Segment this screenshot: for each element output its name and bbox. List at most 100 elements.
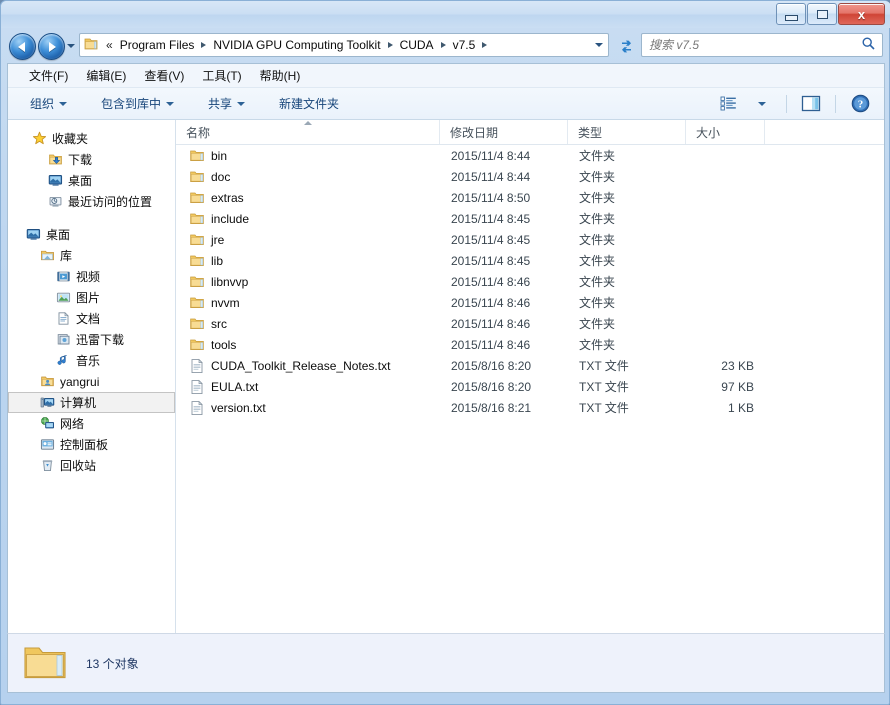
search-icon bbox=[861, 36, 876, 54]
share-button[interactable]: 共享 bbox=[198, 90, 255, 117]
breadcrumb-separator-icon[interactable] bbox=[440, 42, 446, 48]
table-row[interactable]: jre 2015/11/4 8:45 文件夹 bbox=[176, 229, 884, 250]
cell-type: 文件夹 bbox=[579, 149, 616, 163]
table-row[interactable]: CUDA_Toolkit_Release_Notes.txt 2015/8/16 … bbox=[176, 355, 884, 376]
table-row[interactable]: extras 2015/11/4 8:50 文件夹 bbox=[176, 187, 884, 208]
table-row[interactable]: include 2015/11/4 8:45 文件夹 bbox=[176, 208, 884, 229]
forward-button[interactable] bbox=[38, 33, 65, 60]
column-header-label: 大小 bbox=[696, 125, 721, 140]
sidebar-item-libraries[interactable]: 库 bbox=[8, 245, 175, 266]
column-header-date[interactable]: 修改日期 bbox=[440, 120, 568, 144]
cell-type: 文件夹 bbox=[579, 317, 616, 331]
cell-name: version.txt bbox=[177, 400, 441, 416]
sidebar-item-recent-places[interactable]: 最近访问的位置 bbox=[8, 191, 175, 212]
table-row[interactable]: version.txt 2015/8/16 8:21 TXT 文件 1 KB bbox=[176, 397, 884, 418]
cell-name: tools bbox=[177, 337, 441, 353]
close-icon: x bbox=[857, 6, 866, 22]
navigation-pane: 收藏夹 下载 桌面 最近访问的位置 桌面 库 视频 图片 文档 迅雷下载 音乐 … bbox=[8, 120, 176, 692]
body-split: 收藏夹 下载 桌面 最近访问的位置 桌面 库 视频 图片 文档 迅雷下载 音乐 … bbox=[8, 120, 884, 692]
help-button[interactable]: ? bbox=[844, 90, 876, 117]
breadcrumb-separator-icon[interactable] bbox=[201, 42, 207, 48]
sidebar-item-label: 控制面板 bbox=[60, 438, 109, 452]
menu-tools[interactable]: 工具(T) bbox=[193, 64, 250, 87]
table-row[interactable]: doc 2015/11/4 8:44 文件夹 bbox=[176, 166, 884, 187]
breadcrumb-item-program-files[interactable]: Program Files bbox=[117, 36, 198, 54]
cell-date: 2015/11/4 8:44 bbox=[451, 148, 531, 163]
sidebar-item-computer[interactable]: 计算机 bbox=[8, 392, 175, 413]
table-row[interactable]: bin 2015/11/4 8:44 文件夹 bbox=[176, 145, 884, 166]
menu-view[interactable]: 查看(V) bbox=[135, 64, 193, 87]
view-mode-dropdown-button[interactable] bbox=[746, 90, 778, 117]
table-row[interactable]: EULA.txt 2015/8/16 8:20 TXT 文件 97 KB bbox=[176, 376, 884, 397]
sidebar-item-documents[interactable]: 文档 bbox=[8, 308, 175, 329]
breadcrumb-separator-icon[interactable] bbox=[482, 42, 488, 48]
organize-button[interactable]: 组织 bbox=[20, 90, 77, 117]
sidebar-group-desktop[interactable]: 桌面 bbox=[8, 224, 175, 245]
close-button[interactable]: x bbox=[838, 3, 885, 25]
table-row[interactable]: lib 2015/11/4 8:45 文件夹 bbox=[176, 250, 884, 271]
address-dropdown-button[interactable] bbox=[590, 43, 608, 47]
history-dropdown-button[interactable] bbox=[65, 40, 76, 51]
table-row[interactable]: tools 2015/11/4 8:46 文件夹 bbox=[176, 334, 884, 355]
help-icon: ? bbox=[851, 94, 869, 113]
cell-type: TXT 文件 bbox=[579, 401, 629, 415]
breadcrumb-overflow[interactable]: « bbox=[102, 38, 117, 52]
sidebar-item-desktop-favorite[interactable]: 桌面 bbox=[8, 170, 175, 191]
sidebar-item-music[interactable]: 音乐 bbox=[8, 350, 175, 371]
table-row[interactable]: nvvm 2015/11/4 8:46 文件夹 bbox=[176, 292, 884, 313]
sidebar-item-videos[interactable]: 视频 bbox=[8, 266, 175, 287]
address-bar[interactable]: « Program Files NVIDIA GPU Computing Too… bbox=[79, 33, 609, 57]
sidebar-group-label: 桌面 bbox=[46, 228, 71, 242]
sidebar-item-yangrui[interactable]: yangrui bbox=[8, 371, 175, 392]
cell-date: 2015/11/4 8:45 bbox=[451, 232, 531, 247]
folder-icon bbox=[189, 190, 205, 206]
file-rows: bin 2015/11/4 8:44 文件夹 doc 2015/11/4 8:44 文件… bbox=[176, 145, 884, 418]
cell-size: 1 KB bbox=[727, 400, 754, 415]
menu-file[interactable]: 文件(F) bbox=[20, 64, 77, 87]
table-row[interactable]: libnvvp 2015/11/4 8:46 文件夹 bbox=[176, 271, 884, 292]
menu-edit[interactable]: 编辑(E) bbox=[77, 64, 135, 87]
breadcrumb-item-v75[interactable]: v7.5 bbox=[450, 36, 479, 54]
cell-name: lib bbox=[177, 253, 441, 269]
breadcrumb-item-cuda[interactable]: CUDA bbox=[397, 36, 437, 54]
column-header-name[interactable]: 名称 bbox=[176, 120, 440, 144]
file-name-label: src bbox=[211, 316, 227, 331]
text-file-icon bbox=[189, 358, 205, 374]
svg-text:?: ? bbox=[857, 99, 863, 111]
column-header-type[interactable]: 类型 bbox=[568, 120, 686, 144]
sidebar-item-network[interactable]: 网络 bbox=[8, 413, 175, 434]
column-header-label: 类型 bbox=[578, 125, 603, 140]
search-box[interactable] bbox=[641, 33, 883, 57]
thunder-download-icon bbox=[55, 332, 71, 348]
search-input[interactable] bbox=[642, 37, 861, 53]
sidebar-item-label: 库 bbox=[60, 249, 73, 263]
sidebar-item-recycle-bin[interactable]: 回收站 bbox=[8, 455, 175, 476]
toolbar-separator bbox=[835, 94, 836, 113]
cell-name: jre bbox=[177, 232, 441, 248]
cell-date: 2015/11/4 8:50 bbox=[451, 190, 531, 205]
column-header-size[interactable]: 大小 bbox=[686, 120, 765, 144]
back-button[interactable] bbox=[9, 33, 36, 60]
sidebar-item-pictures[interactable]: 图片 bbox=[8, 287, 175, 308]
file-name-label: bin bbox=[211, 148, 228, 163]
sidebar-item-label: 回收站 bbox=[60, 459, 97, 473]
include-in-library-button[interactable]: 包含到库中 bbox=[91, 90, 184, 117]
cell-name: nvvm bbox=[177, 295, 441, 311]
folder-icon bbox=[22, 642, 68, 685]
chevron-down-icon bbox=[59, 101, 68, 106]
new-folder-button[interactable]: 新建文件夹 bbox=[269, 90, 349, 117]
preview-pane-button[interactable] bbox=[795, 90, 827, 117]
breadcrumb-separator-icon[interactable] bbox=[387, 42, 393, 48]
table-row[interactable]: src 2015/11/4 8:46 文件夹 bbox=[176, 313, 884, 334]
sidebar-item-thunder-download[interactable]: 迅雷下载 bbox=[8, 329, 175, 350]
sidebar-group-favorites[interactable]: 收藏夹 bbox=[8, 128, 175, 149]
refresh-button[interactable] bbox=[613, 33, 639, 59]
sidebar-item-downloads[interactable]: 下载 bbox=[8, 149, 175, 170]
menu-help[interactable]: 帮助(H) bbox=[251, 64, 310, 87]
maximize-button[interactable] bbox=[807, 3, 837, 25]
breadcrumb-item-nvidia-gpu-computing-toolkit[interactable]: NVIDIA GPU Computing Toolkit bbox=[210, 36, 383, 54]
view-mode-button[interactable] bbox=[712, 90, 744, 117]
minimize-button[interactable] bbox=[776, 3, 806, 25]
sidebar-item-control-panel[interactable]: 控制面板 bbox=[8, 434, 175, 455]
